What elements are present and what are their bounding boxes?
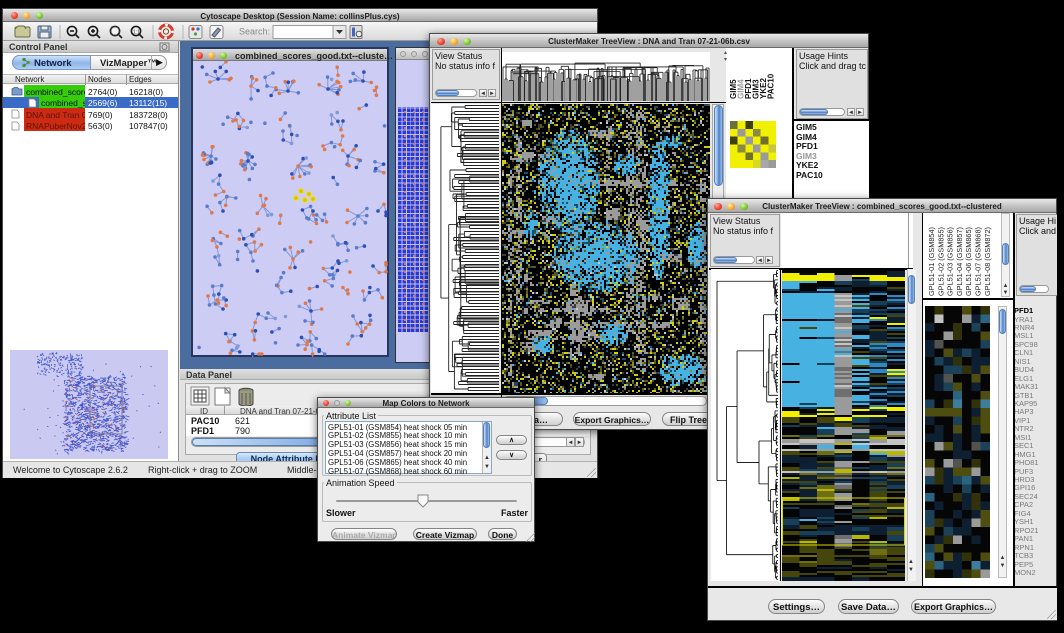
svg-text:GPL51-08 (GSM872): GPL51-08 (GSM872) — [983, 227, 992, 296]
svg-text:1:1: 1:1 — [133, 30, 140, 36]
svg-text:Search:: Search: — [239, 27, 270, 37]
svg-text:GPL51-04 (GSM857): GPL51-04 (GSM857) — [955, 227, 964, 296]
svg-text:GPL51-06 (GSM865): GPL51-06 (GSM865) — [964, 227, 973, 296]
svg-text:GPL51-03 (GSM856): GPL51-03 (GSM856) — [946, 227, 955, 296]
svg-text:GPL51-02 (GSM855): GPL51-02 (GSM855) — [936, 227, 945, 296]
svg-text:GPL51-01 (GSM854): GPL51-01 (GSM854) — [927, 227, 936, 296]
svg-text:GPL51-07 (GSM868): GPL51-07 (GSM868) — [974, 227, 983, 296]
svg-text:PAC10: PAC10 — [767, 73, 776, 99]
